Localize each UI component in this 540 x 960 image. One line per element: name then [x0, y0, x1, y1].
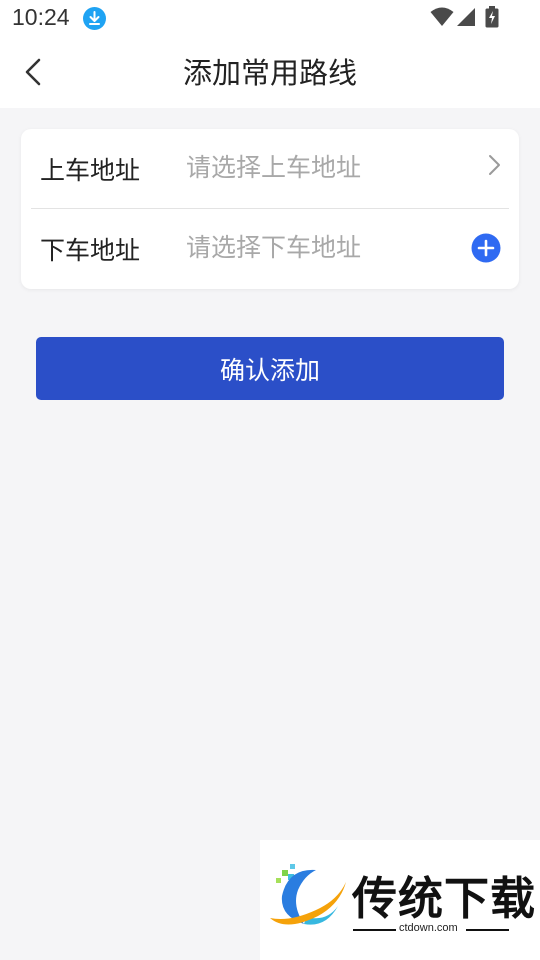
- watermark: 传统下载 ctdown.com: [260, 840, 540, 960]
- chevron-right-icon: [489, 155, 500, 175]
- status-bar: 10:24: [0, 0, 540, 38]
- watermark-rule: [466, 929, 509, 931]
- watermark-rule: [353, 929, 396, 931]
- back-button[interactable]: [14, 52, 54, 92]
- page-title: 添加常用路线: [182, 56, 357, 90]
- add-circle-icon[interactable]: [471, 233, 501, 263]
- confirm-add-button[interactable]: 确认添加: [36, 337, 504, 400]
- nav-bar: 添加常用路线: [0, 38, 540, 108]
- signal-icon: [456, 7, 476, 31]
- pickup-address-row[interactable]: 上车地址: [21, 129, 519, 209]
- wifi-icon: [430, 7, 454, 31]
- ctdown-logo-icon: [270, 864, 346, 925]
- watermark-domain: ctdown.com: [399, 922, 458, 934]
- pickup-address-input[interactable]: [186, 145, 456, 189]
- download-icon: [83, 7, 106, 30]
- dropoff-address-input[interactable]: [186, 225, 456, 269]
- watermark-brand: 传统下载: [352, 872, 537, 925]
- chevron-left-icon: [25, 58, 41, 86]
- battery-icon: [485, 6, 499, 32]
- dropoff-address-label: 下车地址: [40, 236, 141, 265]
- status-time: 10:24: [12, 4, 70, 30]
- pickup-address-label: 上车地址: [40, 156, 141, 185]
- dropoff-address-row[interactable]: 下车地址: [21, 209, 519, 289]
- route-form-card: 上车地址 下车地址: [21, 129, 519, 289]
